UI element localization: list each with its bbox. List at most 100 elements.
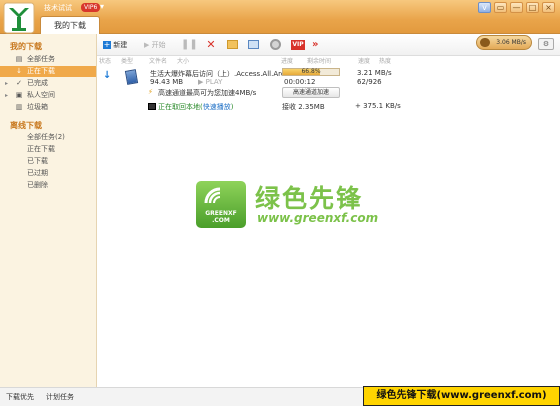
menu-button[interactable]: ▭ [494,2,507,13]
column-type[interactable]: 类型 [121,56,133,65]
gear-icon [270,39,281,50]
speed-value: 3.06 MB/s [496,39,526,46]
sidebar-item-offline-deleted[interactable]: 已删除 [0,180,96,191]
username[interactable]: 技术试试 [44,3,72,13]
sidebar-item-offline-expired[interactable]: 已过期 [0,168,96,179]
svg-text:.COM: .COM [212,217,230,224]
accel-speed: + 375.1 KB/s [355,102,401,110]
sidebar-item-label: 全部任务(2) [27,133,65,141]
progress-text: 66.8% [301,68,321,75]
sidebar-item-label: 已删除 [27,181,48,189]
sidebar-item-label: 已完成 [27,79,48,87]
task-size: 94.43 MB [150,78,184,86]
wifi-icon: GREENXF .COM [204,187,237,224]
received-amount: 接收 2.35MB [282,103,325,111]
column-speed[interactable]: 速度 [358,56,370,65]
column-status[interactable]: 状态 [99,56,111,65]
vip-button[interactable]: VIP [291,38,305,52]
download-priority-button[interactable]: 下载优先 [6,392,34,402]
sidebar-item-completed[interactable]: ▸ ✓ 已完成 [0,78,96,89]
remaining-time: 00:00:12 [284,78,316,86]
sidebar-item-downloading[interactable]: ↓ 正在下载 [0,66,96,77]
page-icon: ▤ [15,55,23,63]
new-task-button[interactable]: + 新建 [103,38,127,52]
local-status-text: 正在取回本地( [158,103,203,111]
svg-text:GREENXF: GREENXF [205,210,237,217]
sidebar-item-label: 私人空间 [27,91,55,99]
start-label: 开始 [151,41,166,49]
expand-arrow-icon[interactable]: ▸ [5,90,8,101]
watermark-title: 绿色先锋 [255,184,364,213]
lightning-icon: ⚡ [148,88,153,96]
pause-button[interactable]: ❚❚ [181,38,198,52]
download-arrow-icon: ↓ [16,67,22,75]
settings-button[interactable] [269,38,282,52]
more-button[interactable]: » [312,38,318,52]
sidebar: 我的下载 ▤ 全部任务 ↓ 正在下载 ▸ ✓ 已完成 ▸ ▣ 私人空间 ▥ 垃圾… [0,34,97,387]
speed-display[interactable]: 3.06 MB/s [476,35,532,50]
window-button[interactable] [247,38,260,52]
maximize-button[interactable]: □ [526,2,539,13]
video-file-icon [124,69,139,85]
sidebar-item-private-space[interactable]: ▸ ▣ 私人空间 [0,90,96,101]
sidebar-item-offline-downloading[interactable]: 正在下载 [0,144,96,155]
column-progress[interactable]: 进度 [281,56,293,65]
watermark-logo: GREENXF .COM [196,181,246,228]
new-task-label: 新建 [113,41,128,49]
local-status-end: ) [230,103,234,111]
column-heat[interactable]: 热度 [379,56,391,65]
sidebar-item-label: 已过期 [27,169,48,177]
minimize-button[interactable]: — [510,2,523,13]
task-speed: 3.21 MB/s [357,69,392,77]
window-icon [248,40,259,49]
delete-button[interactable]: ✕ [204,38,218,52]
column-remaining[interactable]: 剩余时间 [307,56,331,65]
sidebar-item-label: 正在下载 [27,67,55,75]
plus-icon: + [103,40,111,49]
sidebar-item-label: 全部任务 [27,55,55,63]
my-downloads-title[interactable]: 我的下载 [10,41,42,52]
accel-button[interactable]: 高速通道加速 [282,87,340,98]
user-dropdown-icon[interactable]: ▾ [100,2,104,11]
expand-arrow-icon[interactable]: ▸ [5,78,8,89]
column-size[interactable]: 大小 [177,56,189,65]
local-status: 正在取回本地(快速播放) [158,102,233,112]
watermark-url: www.greenxf.com [257,211,379,225]
tab-my-downloads[interactable]: 我的下载 [40,16,100,34]
sidebar-item-trash[interactable]: ▥ 垃圾箱 [0,102,96,113]
sidebar-item-offline-downloaded[interactable]: 已下载 [0,156,96,167]
offline-downloads-title[interactable]: 离线下载 [10,120,42,131]
fast-play-link[interactable]: 快速播放 [203,103,231,111]
downloading-arrow-icon: ↓ [103,70,112,81]
scheduled-task-button[interactable]: 计划任务 [46,392,74,402]
sidebar-item-label: 已下载 [27,157,48,165]
sidebar-item-label: 垃圾箱 [27,103,48,111]
sidebar-item-all-tasks[interactable]: ▤ 全部任务 [0,54,96,65]
speedometer-icon [480,38,490,47]
pause-icon: ❚❚ [181,39,198,50]
column-header: 状态 类型 文件名 大小 进度 剩余时间 速度 热度 [97,56,560,66]
folder-icon [227,40,238,49]
app-logo-icon [3,2,35,34]
delete-x-icon: ✕ [206,38,216,51]
play-icon: ▶ [144,41,150,49]
play-button[interactable]: ▶ PLAY [198,78,222,86]
check-icon: ✓ [16,79,22,87]
toolbar-settings-button[interactable]: ⚙ [538,38,554,50]
site-banner: 绿色先锋下载(www.greenxf.com) [363,386,560,406]
monitor-icon [148,103,156,110]
close-button[interactable]: × [542,2,555,13]
lock-icon: ▣ [15,91,23,99]
open-folder-button[interactable] [226,38,239,52]
play-label: PLAY [205,78,223,86]
gear-icon: ⚙ [542,40,550,48]
start-button[interactable]: ▶ 开始 [144,38,166,52]
play-icon: ▶ [198,78,206,86]
sidebar-item-offline-all[interactable]: 全部任务(2) [0,132,96,143]
vip-badge: VIP6 [81,3,101,12]
vip-icon: VIP [291,40,305,50]
column-filename[interactable]: 文件名 [149,56,167,65]
task-heat: 62/926 [357,78,382,86]
skin-button[interactable]: v [478,2,491,13]
sidebar-item-label: 正在下载 [27,145,55,153]
